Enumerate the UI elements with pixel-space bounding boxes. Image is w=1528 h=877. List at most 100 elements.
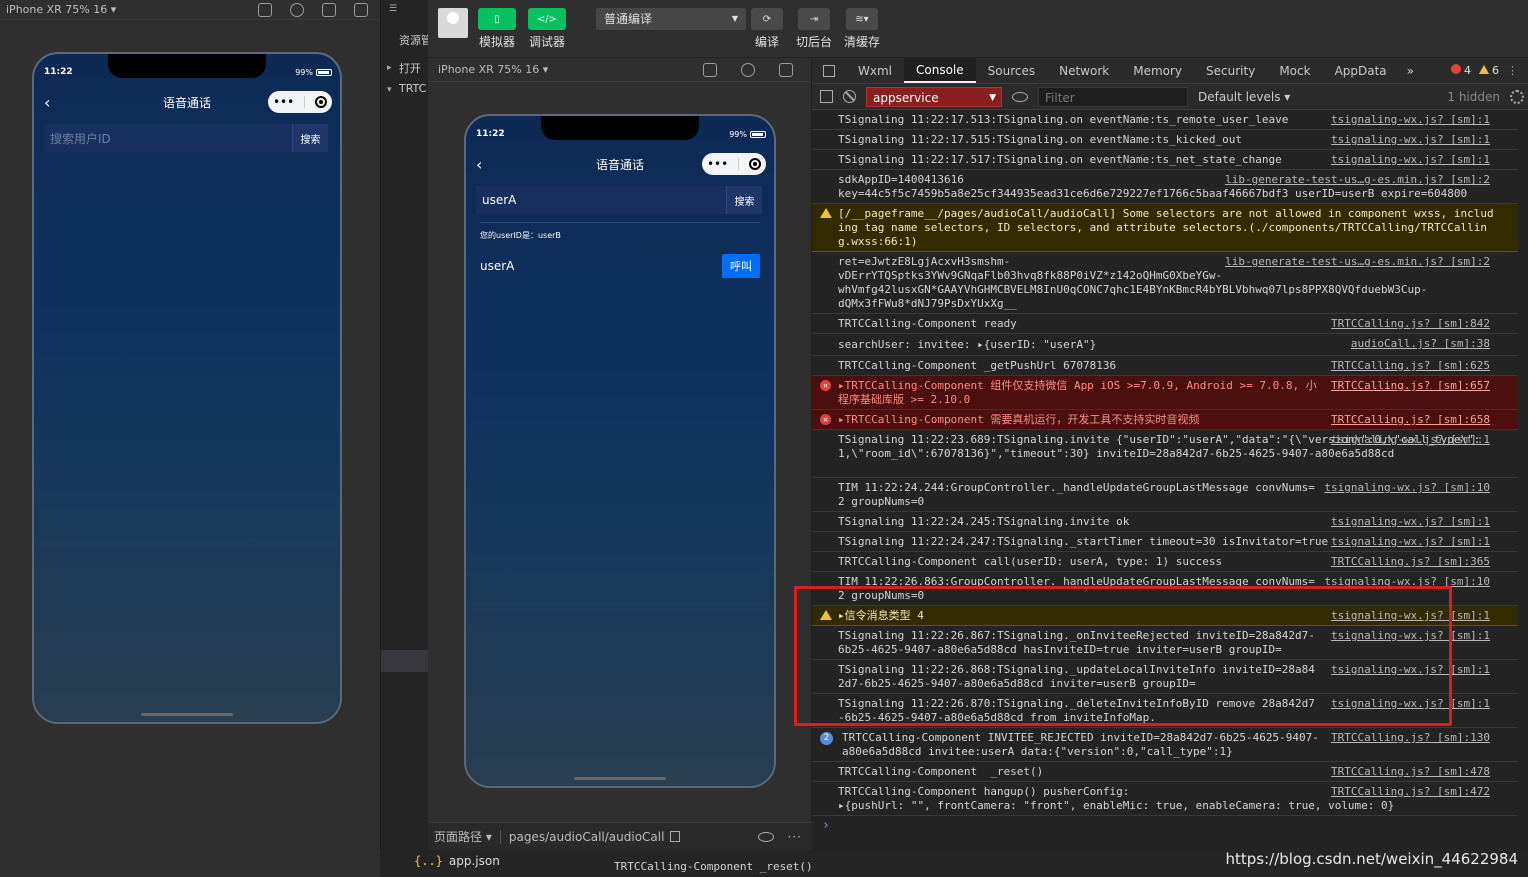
page-path-label[interactable]: 页面路径 ▾ [434,828,492,845]
volume-icon[interactable] [779,62,793,77]
log-levels-select[interactable]: Default levels ▾ [1198,90,1290,104]
log-source-link[interactable]: TRTCCalling.js? [sm]:472 [1331,785,1490,799]
debugger-label: 调试器 [528,35,565,49]
simulator-header: iPhone XR 75% 16 ▾ [428,58,811,82]
log-row: TIM 11:22:24.244:GroupController._handle… [812,478,1518,512]
record-icon[interactable] [290,2,304,17]
chevron-right-icon[interactable]: ▸ [387,63,392,73]
more-dots-icon[interactable]: ··· [788,830,802,844]
log-source-link[interactable]: tsignaling-wx.js? [sm]:1 [1331,153,1490,167]
more-dots-icon[interactable]: ••• [707,157,728,171]
filter-input[interactable]: Filter [1038,86,1188,107]
error-count[interactable]: 4 [1451,64,1471,77]
file-item-app-json[interactable]: {..} app.json [414,854,500,868]
device-selector[interactable]: iPhone XR 75% 16 ▾ [6,3,116,16]
clear-cache-button[interactable]: ≋▾ 清缓存 [844,8,880,50]
left-sim-toolbar: iPhone XR 75% 16 ▾ [0,0,380,20]
tab-security[interactable]: Security [1194,58,1267,83]
search-button[interactable]: 搜索 [292,124,328,152]
volume-icon[interactable] [322,2,336,17]
log-source-link[interactable]: TRTCCalling.js? [sm]:657 [1331,379,1490,393]
log-source-link[interactable]: tsignaling-wx.js? [sm]:1 [1331,433,1490,447]
log-message[interactable]: ▸TRTCCalling-Component 组件仅支持微信 App iOS >… [838,379,1318,407]
sidebar-toggle-icon[interactable] [820,90,833,103]
log-source-link[interactable]: tsignaling-wx.js? [sm]:1 [1331,113,1490,127]
kebab-menu-icon[interactable]: ⋮ [1507,64,1518,77]
left-simulator-pane: iPhone XR 75% 16 ▾ 11:22 99% ‹ 语音通话 ••• [0,0,380,877]
close-target-icon[interactable] [315,96,328,108]
log-source-link[interactable]: lib-generate-test-us…g-es.min.js? [sm]:2 [1225,255,1490,269]
log-message: TRTCCalling-Component INVITEE_REJECTED i… [842,731,1319,758]
more-dots-icon[interactable]: ••• [273,95,294,109]
background-button[interactable]: ⇥ 切后台 [796,8,832,50]
inspect-element-button[interactable] [812,58,846,83]
repeat-count-badge: 2 [820,732,833,745]
log-message[interactable]: ▸TRTCCalling-Component 需要真机运行，开发工具不支持实时音… [838,413,1318,427]
nav-bar: ‹ 语音通话 ••• [466,152,774,176]
debugger-button[interactable]: </> 调试器 [528,8,566,50]
search-input[interactable]: 搜索用户ID [44,130,292,147]
log-source-link[interactable]: tsignaling-wx.js? [sm]:10 [1324,481,1490,495]
record-icon[interactable] [741,62,755,77]
phone-icon[interactable] [258,2,272,17]
compile-mode-select[interactable]: 普通编译 ▼ [596,8,746,30]
search-input[interactable]: userA [476,193,726,207]
page-title: 语音通话 [595,157,644,172]
gear-icon[interactable] [1510,89,1524,104]
log-source-link[interactable]: tsignaling-wx.js? [sm]:1 [1331,133,1490,147]
log-source-link[interactable]: TRTCCalling.js? [sm]:842 [1331,317,1490,331]
devtools-panel: Wxml Console Sources Network Memory Secu… [812,58,1528,850]
search-button[interactable]: 搜索 [726,186,762,214]
more-tabs-button[interactable]: » [1399,58,1422,83]
log-source-link[interactable]: lib-generate-test-us…g-es.min.js? [sm]:2 [1225,173,1490,187]
list-icon[interactable]: ☰ [389,4,397,14]
tab-sources[interactable]: Sources [976,58,1047,83]
phone-icon[interactable] [703,62,717,77]
tab-memory[interactable]: Memory [1121,58,1194,83]
eye-icon[interactable] [757,831,774,842]
warning-count[interactable]: 6 [1479,64,1499,77]
tree-selected-row[interactable] [381,650,429,672]
log-row: sdkAppID=1400413616 key=44c5f5c7459b5a8e… [812,170,1518,204]
log-source-link[interactable]: TRTCCalling.js? [sm]:130 [1331,731,1490,745]
left-phone-frame: 11:22 99% ‹ 语音通话 ••• 搜索用户ID 搜索 [32,52,342,724]
capsule-menu[interactable]: ••• [702,153,766,175]
log-row: searchUser: invitee: ▸{userID: "userA"} … [812,334,1518,356]
log-source-link[interactable]: tsignaling-wx.js? [sm]:1 [1331,535,1490,549]
tree-item-open[interactable]: 打开 [399,60,421,76]
nav-bar: ‹ 语音通话 ••• [34,90,340,114]
log-source-link[interactable]: tsignaling-wx.js? [sm]:1 [1331,515,1490,529]
back-arrow-icon[interactable]: ‹ [44,93,50,112]
compile-button[interactable]: ⟳ 编译 [751,8,783,50]
layers-icon: ≋▾ [846,8,878,30]
avatar[interactable] [438,8,468,38]
log-source-link[interactable]: audioCall.js? [sm]:38 [1351,337,1490,351]
clear-console-icon[interactable] [843,90,856,103]
window-icon[interactable] [354,2,368,17]
log-source-link[interactable]: TRTCCalling.js? [sm]:365 [1331,555,1490,569]
result-user-name: userA [480,259,515,273]
back-arrow-icon[interactable]: ‹ [476,155,482,174]
call-button[interactable]: 呼叫 [722,254,760,278]
context-select[interactable]: appservice ▼ [866,86,1002,107]
log-source-link[interactable]: TRTCCalling.js? [sm]:478 [1331,765,1490,779]
tab-console[interactable]: Console [904,58,976,83]
tab-network[interactable]: Network [1047,58,1121,83]
device-selector[interactable]: iPhone XR 75% 16 ▾ [438,63,548,76]
tab-appdata[interactable]: AppData [1323,58,1399,83]
chevron-down-icon[interactable]: ▾ [387,85,392,95]
log-source-link[interactable]: TRTCCalling.js? [sm]:658 [1331,413,1490,427]
highlight-box [794,586,1452,726]
log-source-link[interactable]: TRTCCalling.js? [sm]:625 [1331,359,1490,373]
tab-mock[interactable]: Mock [1267,58,1322,83]
console-prompt-icon[interactable]: › [822,818,830,833]
search-bar: 搜索用户ID 搜索 [44,124,328,152]
close-target-icon[interactable] [749,158,762,170]
simulator-button[interactable]: ▯ 模拟器 [478,8,516,50]
copy-icon[interactable] [670,831,681,842]
capsule-menu[interactable]: ••• [268,91,332,113]
tree-item-trtc[interactable]: TRTC [399,82,426,95]
issue-badges[interactable]: 4 6 ⋮ [1451,58,1528,83]
tab-wxml[interactable]: Wxml [846,58,904,83]
eye-icon[interactable] [1012,91,1028,102]
